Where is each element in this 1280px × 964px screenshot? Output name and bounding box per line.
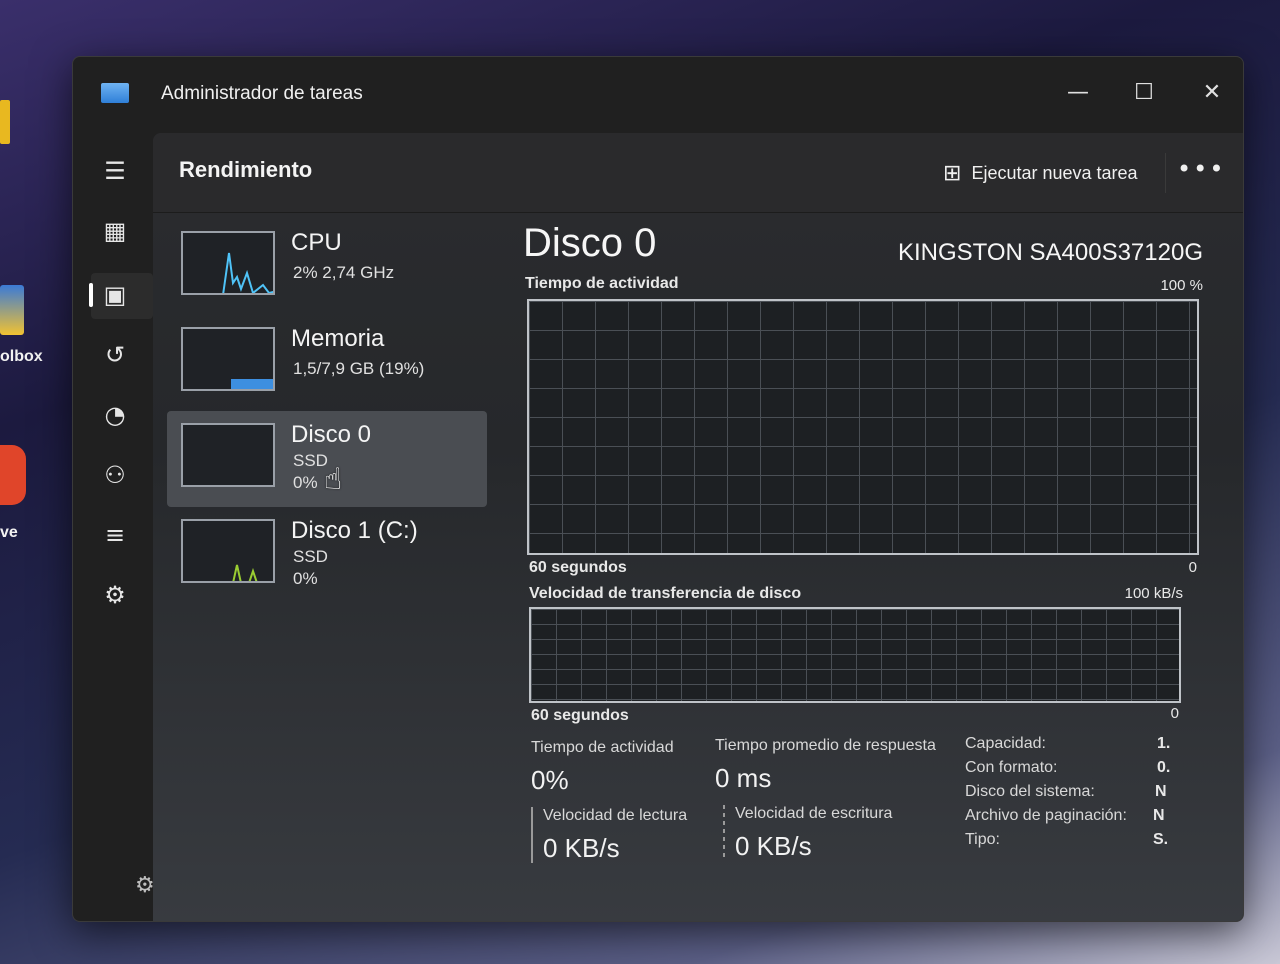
active-time-stat-label: Tiempo de actividad [531, 739, 674, 756]
disk-1-type: SSD [293, 547, 328, 566]
memory-label: Memoria [291, 325, 385, 352]
desktop-label-brave: ve [0, 524, 18, 541]
list-item-cpu[interactable]: CPU 2% 2,74 GHz [167, 219, 487, 315]
processes-icon[interactable]: ▦ [97, 213, 133, 249]
active-time-graph-label: Tiempo de actividad [525, 275, 679, 292]
transfer-graph-duration: 60 segundos [531, 707, 629, 724]
run-task-icon: ⊞ [943, 161, 962, 186]
settings-icon[interactable]: ⚙ [135, 873, 155, 898]
response-time-label: Tiempo promedio de respuesta [715, 737, 936, 754]
list-item-memory[interactable]: Memoria 1,5/7,9 GB (19%) [167, 315, 487, 411]
minimize-button[interactable]: — [1055, 73, 1101, 113]
page-file-value: N [1153, 807, 1165, 824]
startup-apps-icon[interactable]: ◔ [97, 397, 133, 433]
active-time-stat-value: 0% [531, 765, 569, 795]
maximize-button[interactable]: ☐ [1121, 73, 1167, 113]
formatted-label: Con formato: [965, 759, 1058, 776]
disk-model: KINGSTON SA400S37120G [897, 239, 1203, 266]
list-item-disk-1[interactable]: Disco 1 (C:) SSD 0% [167, 507, 487, 603]
disk-1-label: Disco 1 (C:) [291, 517, 418, 544]
capacity-value: 1. [1157, 735, 1171, 752]
page-title: Rendimiento [179, 157, 313, 182]
cpu-sparkline [222, 252, 273, 293]
disk-0-usage: 0% [293, 473, 318, 492]
menu-icon[interactable]: ☰ [97, 153, 133, 189]
task-manager-window: Administrador de tareas — ☐ ✕ ☰ ▦ ▣ ↺ ◔ … [72, 56, 1244, 922]
write-speed-marker [723, 805, 725, 861]
formatted-value: 0. [1157, 759, 1171, 776]
title-bar: Administrador de tareas — ☐ ✕ [73, 57, 1243, 133]
run-task-label: Ejecutar nueva tarea [971, 163, 1138, 183]
details-icon[interactable]: ≡ [97, 517, 133, 553]
performance-panel: Rendimiento ⊞ Ejecutar nueva tarea ••• C… [153, 133, 1243, 921]
read-speed-marker [531, 807, 533, 863]
memory-sparkline [231, 379, 273, 389]
resource-list: CPU 2% 2,74 GHz Memoria 1,5/7,9 GB (19%)… [167, 219, 487, 603]
write-speed-label: Velocidad de escritura [735, 805, 893, 822]
read-speed-value: 0 KB/s [543, 833, 620, 863]
write-speed-value: 0 KB/s [735, 831, 812, 861]
disk-0-type: SSD [293, 451, 328, 470]
services-icon[interactable]: ⚙ [97, 577, 133, 613]
hand-cursor-icon: ☝ [324, 462, 343, 497]
transfer-graph-max: 100 kB/s [1124, 585, 1183, 602]
type-value: S. [1153, 831, 1169, 848]
cpu-mini-graph [181, 231, 275, 295]
more-options-button[interactable]: ••• [1177, 155, 1225, 183]
response-time-value: 0 ms [715, 763, 772, 793]
run-new-task-button[interactable]: ⊞ Ejecutar nueva tarea [943, 161, 1138, 186]
memory-mini-graph [181, 327, 275, 391]
active-time-graph-min: 0 [1188, 559, 1197, 576]
type-label: Tipo: [965, 831, 1000, 848]
page-file-label: Archivo de paginación: [965, 807, 1127, 824]
cpu-usage: 2% 2,74 GHz [293, 263, 395, 282]
disk-1-usage: 0% [293, 569, 318, 588]
disk-0-label: Disco 0 [291, 421, 372, 448]
disk-title: Disco 0 [523, 221, 657, 265]
transfer-graph-min: 0 [1170, 705, 1179, 722]
disk-0-mini-graph [181, 423, 275, 487]
transfer-graph-label: Velocidad de transferencia de disco [529, 585, 802, 602]
active-time-graph-max: 100 % [1160, 277, 1203, 294]
active-time-graph-duration: 60 segundos [529, 559, 627, 576]
memory-usage: 1,5/7,9 GB (19%) [293, 359, 425, 378]
desktop-app-icon[interactable] [0, 100, 10, 144]
header-divider [1165, 153, 1166, 193]
performance-icon[interactable]: ▣ [97, 277, 133, 313]
users-icon[interactable]: ⚇ [97, 457, 133, 493]
window-title: Administrador de tareas [161, 83, 363, 104]
transfer-rate-graph [529, 607, 1181, 703]
system-disk-label: Disco del sistema: [965, 783, 1095, 800]
active-time-graph [527, 299, 1199, 555]
task-manager-icon [101, 83, 129, 103]
desktop-label-toolbox: olbox [0, 348, 43, 365]
app-history-icon[interactable]: ↺ [97, 337, 133, 373]
disk-1-sparkline [232, 564, 258, 581]
toolbox-icon[interactable] [0, 285, 24, 335]
nav-sidebar: ☰ ▦ ▣ ↺ ◔ ⚇ ≡ ⚙ [73, 133, 153, 921]
page-header: Rendimiento ⊞ Ejecutar nueva tarea ••• [153, 133, 1243, 213]
nav-active-indicator [89, 283, 93, 307]
cpu-label: CPU [291, 229, 342, 256]
read-speed-label: Velocidad de lectura [543, 807, 688, 824]
close-button[interactable]: ✕ [1189, 73, 1235, 113]
brave-icon[interactable] [0, 445, 26, 505]
capacity-label: Capacidad: [965, 735, 1046, 752]
system-disk-value: N [1155, 783, 1167, 800]
disk-1-mini-graph [181, 519, 275, 583]
